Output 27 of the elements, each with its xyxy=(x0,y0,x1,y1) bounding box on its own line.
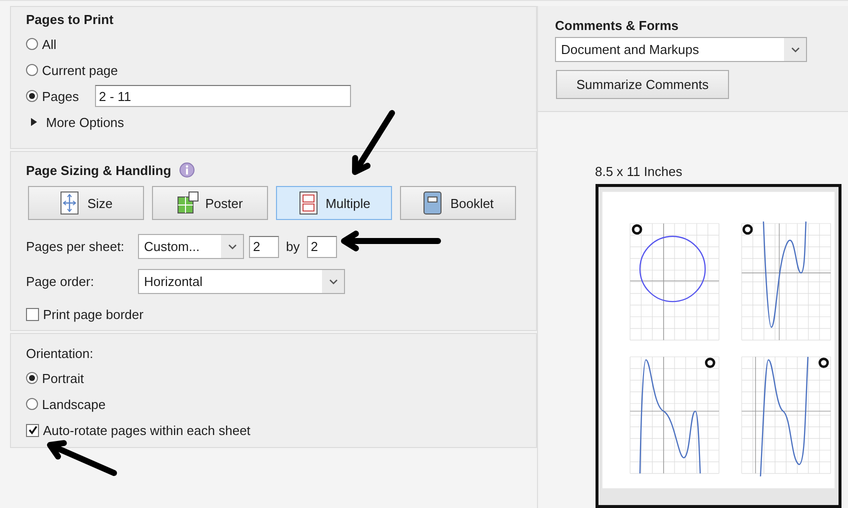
page-range-field[interactable]: 2 - 11 xyxy=(94,85,351,107)
mode-button[interactable]: Multiple xyxy=(276,186,392,220)
section-title: Comments & Forms xyxy=(555,18,679,33)
columns-field[interactable]: 2 xyxy=(249,236,279,258)
pages-per-sheet-dropdown[interactable]: Custom... xyxy=(138,234,244,259)
more-options-toggle[interactable]: More Options xyxy=(46,114,124,130)
section-title: Pages to Print xyxy=(26,12,114,27)
page-order-dropdown[interactable]: Horizontal xyxy=(138,269,345,294)
comments-forms-dropdown[interactable]: Document and Markups xyxy=(555,37,807,62)
radio-label: Current page xyxy=(42,62,118,78)
mode-button[interactable]: Booklet xyxy=(400,186,516,220)
checkbox-label: Print page border xyxy=(43,306,144,322)
radio-label: Pages xyxy=(42,88,79,104)
mode-button[interactable]: Poster xyxy=(152,186,268,220)
section-title: Orientation: xyxy=(26,346,94,361)
summarize-comments-button[interactable]: Summarize Comments xyxy=(556,70,729,99)
field-label: by xyxy=(286,239,300,254)
field-label: Page order: xyxy=(26,274,95,289)
radio-label: All xyxy=(42,36,56,52)
rows-field[interactable]: 2 xyxy=(306,236,337,258)
mode-button[interactable]: Size xyxy=(28,186,144,220)
field-label: Pages per sheet: xyxy=(26,239,126,254)
radio-label: Landscape xyxy=(42,396,106,412)
checkbox-label: Auto-rotate pages within each sheet xyxy=(43,422,250,438)
radio-label: Portrait xyxy=(42,370,84,386)
paper-size-label: 8.5 x 11 Inches xyxy=(595,164,684,179)
section-title: Page Sizing & Handling xyxy=(26,162,172,178)
